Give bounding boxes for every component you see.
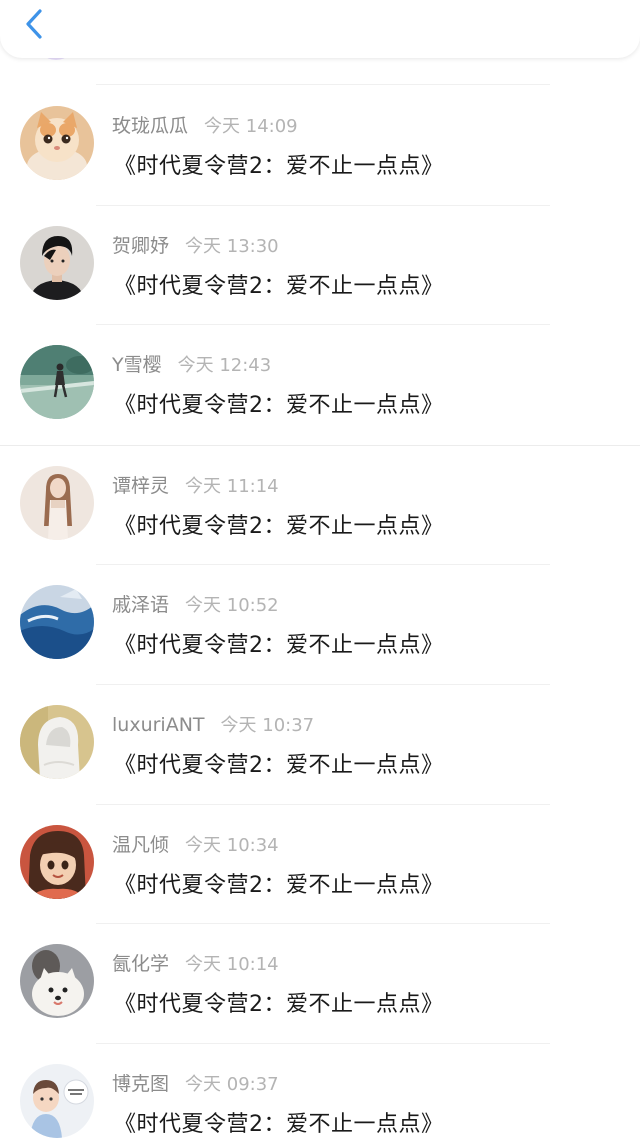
divider [96, 84, 550, 85]
message-meta: 谭梓灵 今天 11:14 [112, 474, 279, 498]
message-row[interactable]: 温凡倾 今天 10:34 《时代夏令营2：爱不止一点点》 [0, 805, 640, 925]
anime-girl-avatar[interactable] [20, 824, 94, 899]
timestamp: 今天 11:14 [185, 475, 279, 497]
sender-name: 温凡倾 [112, 833, 170, 856]
sender-name: 玫珑瓜瓜 [112, 115, 189, 137]
cartoon-baby-avatar[interactable] [20, 1063, 94, 1138]
message-text: 《时代夏令营2：爱不止一点点》 [114, 752, 444, 778]
hooded-figure-avatar[interactable] [20, 704, 94, 779]
ocean-avatar[interactable] [20, 585, 94, 660]
message-row[interactable]: 氤化学 今天 10:14 《时代夏令营2：爱不止一点点》 [0, 924, 640, 1044]
message-text: 《时代夏令营2：爱不止一点点》 [114, 513, 444, 539]
timestamp: 今天 13:30 [185, 235, 279, 257]
message-meta: Y雪樱 今天 12:43 [112, 353, 271, 377]
message-text: 《时代夏令营2：爱不止一点点》 [114, 992, 444, 1018]
message-text: 《时代夏令营2：爱不止一点点》 [114, 633, 444, 659]
message-row[interactable]: luxuriANT 今天 10:37 《时代夏令营2：爱不止一点点》 [0, 685, 640, 805]
chevron-left-icon [26, 9, 42, 39]
sender-name: luxuriANT [112, 713, 205, 736]
message-row[interactable]: Y雪樱 今天 12:43 《时代夏令营2：爱不止一点点》 [0, 325, 640, 445]
message-text: 《时代夏令营2：爱不止一点点》 [114, 154, 444, 179]
message-text: 《时代夏令营2：爱不止一点点》 [114, 872, 444, 898]
message-meta: 温凡倾 今天 10:34 [112, 833, 279, 857]
timestamp: 今天 10:37 [220, 714, 315, 736]
message-meta: 氤化学 今天 10:14 [112, 952, 279, 976]
top-nav-bar [0, 0, 640, 58]
message-row[interactable]: 玫珑瓜瓜 今天 14:09 《时代夏令营2：爱不止一点点》 [0, 86, 640, 206]
sender-name: 贺卿妤 [112, 234, 170, 257]
sender-name: 戚泽语 [112, 594, 170, 617]
message-row[interactable]: 博克图 今天 09:37 《时代夏令营2：爱不止一点点》 [0, 1044, 640, 1139]
message-text: 《时代夏令营2：爱不止一点点》 [114, 273, 444, 299]
message-meta: 戚泽语 今天 10:52 [112, 593, 279, 617]
sender-name: 氤化学 [112, 953, 170, 976]
message-meta: 贺卿妤 今天 13:30 [112, 234, 279, 258]
sender-name: 谭梓灵 [112, 474, 170, 497]
message-text: 《时代夏令营2：爱不止一点点》 [114, 1111, 444, 1137]
message-list: 玫珑瓜瓜 今天 14:09 《时代夏令营2：爱不止一点点》 贺卿妤 今天 13:… [0, 86, 640, 1139]
timestamp: 今天 10:14 [185, 954, 279, 976]
timestamp: 今天 12:43 [177, 355, 272, 377]
timestamp: 今天 10:34 [185, 834, 279, 856]
message-row[interactable]: 戚泽语 今天 10:52 《时代夏令营2：爱不止一点点》 [0, 565, 640, 685]
message-row[interactable]: 贺卿妤 今天 13:30 《时代夏令营2：爱不止一点点》 [0, 206, 640, 326]
girl-photo-avatar[interactable] [20, 465, 94, 540]
timestamp: 今天 14:09 [204, 116, 298, 137]
outdoor-photo-avatar[interactable] [20, 345, 94, 420]
message-row[interactable]: 谭梓灵 今天 11:14 《时代夏令营2：爱不止一点点》 [0, 444, 640, 566]
message-meta: 玫珑瓜瓜 今天 14:09 [112, 114, 298, 138]
message-meta: 博克图 今天 09:37 [112, 1072, 279, 1096]
message-meta: luxuriANT 今天 10:37 [112, 713, 314, 737]
back-button[interactable] [14, 4, 54, 44]
message-text: 《时代夏令营2：爱不止一点点》 [114, 393, 444, 419]
message-list-screen: 玫珑瓜瓜 今天 14:09 《时代夏令营2：爱不止一点点》 贺卿妤 今天 13:… [0, 0, 640, 1139]
white-dog-avatar[interactable] [20, 944, 94, 1019]
sender-name: 博克图 [112, 1072, 170, 1095]
cat-avatar[interactable] [20, 106, 94, 180]
sender-name: Y雪樱 [112, 354, 162, 377]
timestamp: 今天 09:37 [185, 1073, 279, 1095]
timestamp: 今天 10:52 [185, 595, 279, 617]
boy-portrait-avatar[interactable] [20, 225, 94, 300]
